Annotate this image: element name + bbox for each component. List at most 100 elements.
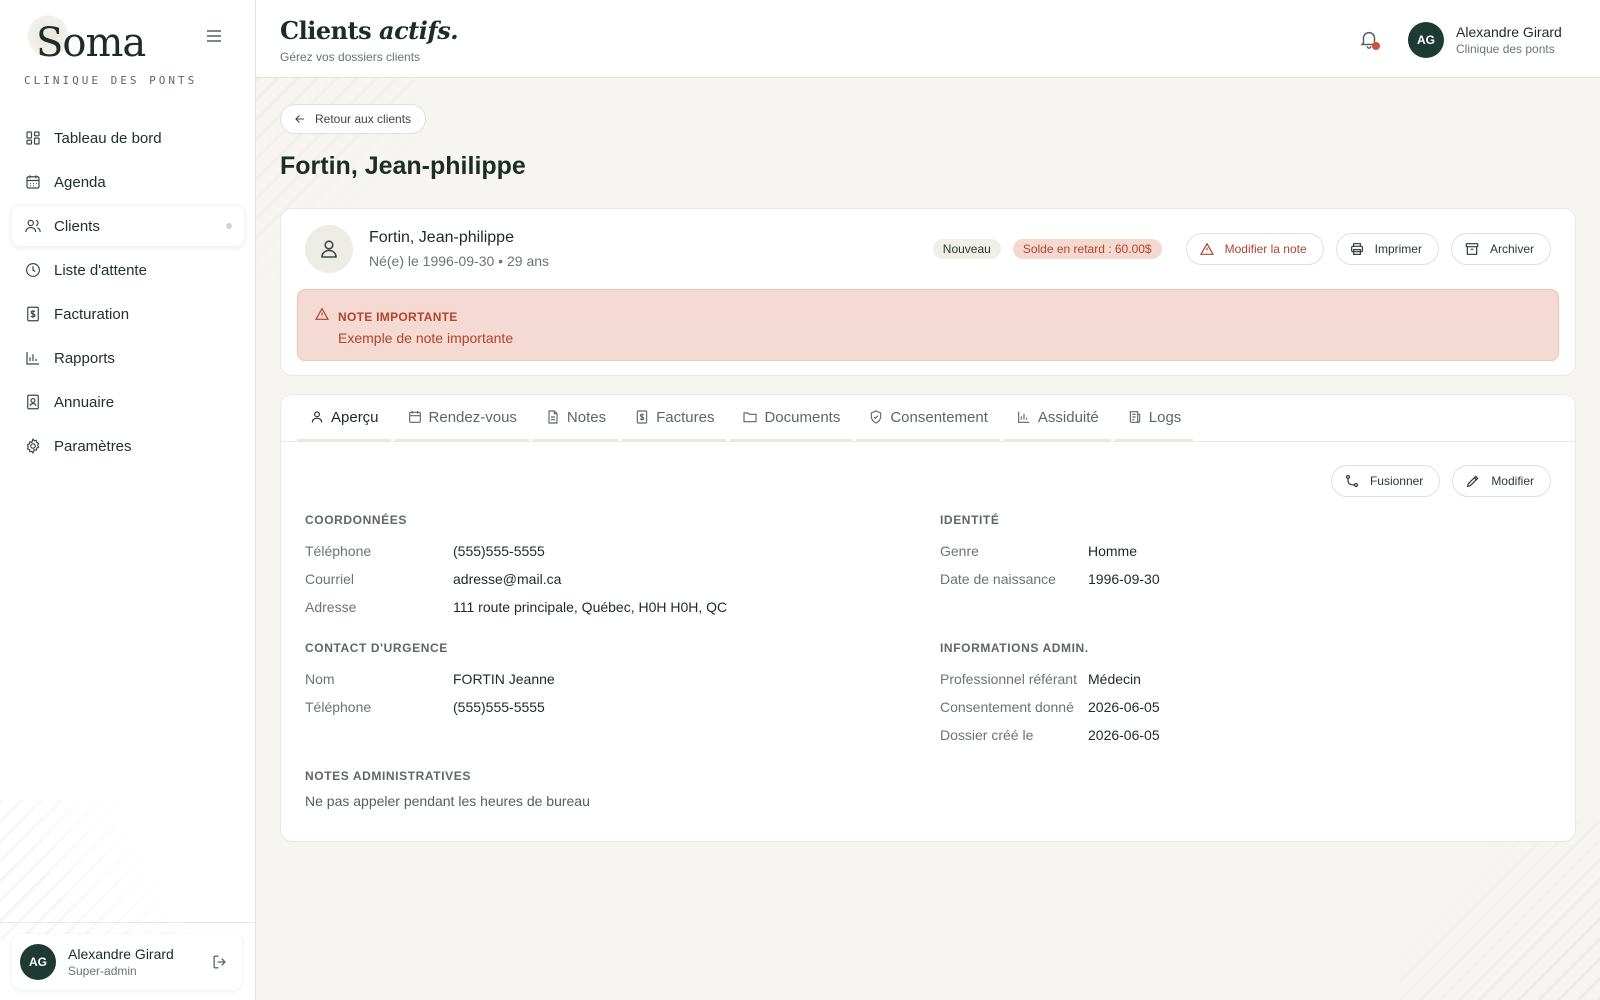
sidebar-item-label: Paramètres <box>54 437 132 455</box>
shield-check-icon <box>868 409 884 425</box>
tab-label: Aperçu <box>331 408 379 426</box>
client-name: Fortin, Jean-philippe <box>369 229 514 246</box>
field-label: Consentement donné <box>940 699 1074 715</box>
tab-overview[interactable]: Aperçu <box>297 395 391 441</box>
field-label: Genre <box>940 543 979 559</box>
back-to-clients-button[interactable]: Retour aux clients <box>280 104 427 134</box>
notification-badge <box>1372 42 1380 50</box>
tab-documents[interactable]: Documents <box>730 395 853 441</box>
log-scroll-icon <box>1127 409 1143 425</box>
important-note-body: Exemple de note importante <box>338 330 514 346</box>
user-avatar-icon <box>305 225 353 273</box>
edit-note-button[interactable]: Modifier la note <box>1185 233 1324 265</box>
contact-book-icon <box>24 393 42 411</box>
section-title: IDENTITÉ <box>940 513 1000 527</box>
overdue-balance-badge: Solde en retard : 60.00$ <box>1012 239 1162 259</box>
back-button-label: Retour aux clients <box>315 112 412 126</box>
tab-attendance[interactable]: Assiduité <box>1003 395 1111 441</box>
main-content: Retour aux clients Fortin, Jean-philippe… <box>256 78 1600 1000</box>
field-value: 1996-09-30 <box>1088 571 1160 587</box>
archive-button[interactable]: Archiver <box>1450 233 1551 265</box>
sidebar-item-dashboard[interactable]: Tableau de bord <box>12 118 244 158</box>
sidebar-item-waitlist[interactable]: Liste d'attente <box>12 250 244 290</box>
info-row: Téléphone (555)555-5555 <box>305 693 865 721</box>
background-decoration <box>1400 820 1600 1000</box>
tab-label: Documents <box>764 408 841 426</box>
sidebar-item-label: Liste d'attente <box>54 261 147 279</box>
tab-appointments[interactable]: Rendez-vous <box>394 395 529 441</box>
brand-subtitle: CLINIQUE DES PONTS <box>24 74 198 87</box>
field-value: adresse@mail.ca <box>453 571 562 587</box>
emergency-contact-section: CONTACT D'URGENCE Nom FORTIN Jeanne Télép… <box>305 641 865 721</box>
overview-actions: Fusionner Modifier <box>1319 465 1551 497</box>
sidebar-nav: Tableau de bord Agenda Clients Liste d'a… <box>12 118 244 470</box>
print-label: Imprimer <box>1374 242 1422 256</box>
menu-toggle-icon[interactable] <box>200 24 228 48</box>
tab-invoices[interactable]: Factures <box>622 395 727 441</box>
tab-label: Notes <box>566 408 607 426</box>
sidebar-user-name: Alexandre Girard <box>68 946 174 962</box>
client-actions: Nouveau Solde en retard : 60.00$ Modifie… <box>932 233 1551 265</box>
calendar-icon <box>407 409 423 425</box>
page-title-main: Clients <box>280 16 372 45</box>
client-heading: Fortin, Jean-philippe <box>280 152 526 180</box>
arrow-left-icon <box>293 112 307 126</box>
info-row: Téléphone (555)555-5555 <box>305 537 865 565</box>
logout-icon[interactable] <box>210 952 230 972</box>
top-header: Clients actifs. Gérez vos dossiers clien… <box>256 0 1600 78</box>
sidebar-user-role: Super-admin <box>68 964 137 978</box>
user-icon <box>309 409 325 425</box>
calendar-icon <box>24 173 42 191</box>
sidebar-user-card[interactable]: AG Alexandre Girard Super-admin <box>12 934 242 990</box>
field-value: Médecin <box>1088 671 1141 687</box>
info-row: Consentement donné 2026-06-05 <box>940 693 1500 721</box>
header-user-clinic: Clinique des ponts <box>1456 42 1555 56</box>
pencil-icon <box>1465 473 1481 489</box>
client-dob: Né(e) le 1996-09-30 • 29 ans <box>369 253 550 269</box>
clock-icon <box>24 261 42 279</box>
archive-label: Archiver <box>1489 242 1534 256</box>
tab-consent[interactable]: Consentement <box>856 395 1000 441</box>
tab-label: Assiduité <box>1037 408 1099 426</box>
edit-button[interactable]: Modifier <box>1452 465 1551 497</box>
tab-logs[interactable]: Logs <box>1114 395 1194 441</box>
sidebar-item-reports[interactable]: Rapports <box>12 338 244 378</box>
users-icon <box>24 217 42 235</box>
bar-chart-icon <box>1016 409 1032 425</box>
field-label: Téléphone <box>305 699 372 715</box>
tab-label: Logs <box>1148 408 1182 426</box>
field-value: (555)555-5555 <box>453 699 545 715</box>
info-row: Date de naissance 1996-09-30 <box>940 565 1500 593</box>
sidebar-item-clients[interactable]: Clients <box>12 206 244 246</box>
merge-label: Fusionner <box>1369 474 1424 488</box>
section-title: CONTACT D'URGENCE <box>305 641 448 655</box>
field-label: Courriel <box>305 571 355 587</box>
sidebar-item-settings[interactable]: Paramètres <box>12 426 244 466</box>
sidebar-item-label: Agenda <box>54 173 106 191</box>
invoice-icon <box>24 305 42 323</box>
print-button[interactable]: Imprimer <box>1335 233 1439 265</box>
header-user-menu[interactable]: AG Alexandre Girard Clinique des ponts <box>1408 22 1562 58</box>
folder-icon <box>742 409 758 425</box>
sidebar-item-agenda[interactable]: Agenda <box>12 162 244 202</box>
sidebar-item-label: Clients <box>54 217 100 235</box>
merge-icon <box>1344 473 1360 489</box>
sidebar-item-label: Rapports <box>54 349 115 367</box>
client-details-card: Aperçu Rendez-vous Notes Factures Docume… <box>280 394 1576 842</box>
status-badge-new: Nouveau <box>932 239 1001 259</box>
sidebar-item-label: Annuaire <box>54 393 115 411</box>
bar-chart-icon <box>24 349 42 367</box>
brand-name: Soma <box>36 20 146 66</box>
client-summary-card: Fortin, Jean-philippe Né(e) le 1996-09-3… <box>280 208 1576 376</box>
admin-notes-body: Ne pas appeler pendant les heures de bur… <box>305 793 590 809</box>
sidebar-item-billing[interactable]: Facturation <box>12 294 244 334</box>
info-row: Dossier créé le 2026-06-05 <box>940 721 1500 749</box>
notifications-bell-icon[interactable] <box>1358 28 1380 50</box>
warning-triangle-icon <box>1199 241 1215 257</box>
admin-notes-section: NOTES ADMINISTRATIVES Ne pas appeler pen… <box>305 769 1505 809</box>
tab-notes[interactable]: Notes <box>532 395 619 441</box>
merge-button[interactable]: Fusionner <box>1330 465 1441 497</box>
sidebar-item-directory[interactable]: Annuaire <box>12 382 244 422</box>
field-label: Professionnel référant <box>940 671 1077 687</box>
info-row: Nom FORTIN Jeanne <box>305 665 865 693</box>
